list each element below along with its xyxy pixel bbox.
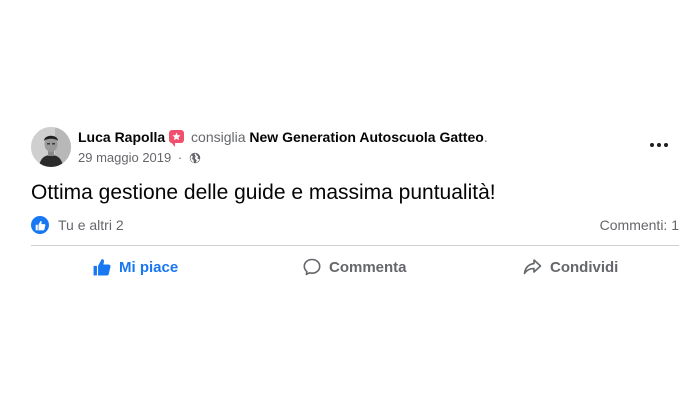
more-horizontal-icon <box>650 143 668 147</box>
page-suffix: . <box>483 129 488 145</box>
post-date[interactable]: 29 maggio 2019 <box>78 150 171 165</box>
like-label: Mi piace <box>119 258 179 276</box>
divider <box>31 245 679 246</box>
post-text: Ottima gestione delle guide e massima pu… <box>31 181 496 204</box>
avatar[interactable] <box>31 127 71 167</box>
globe-icon <box>189 152 201 168</box>
share-arrow-icon <box>523 258 542 276</box>
post-title-line: Luca Rapolla consiglia New Generation Au… <box>78 128 638 147</box>
more-options-button[interactable] <box>645 135 673 155</box>
share-label: Condividi <box>550 258 619 276</box>
post-meta: Luca Rapolla consiglia New Generation Au… <box>78 128 638 168</box>
comment-bubble-icon <box>303 258 321 276</box>
thumbs-up-icon <box>93 258 111 276</box>
author-name[interactable]: Luca Rapolla <box>78 129 165 145</box>
separator-dot: · <box>177 150 183 165</box>
reactions-summary[interactable]: Tu e altri 2 <box>58 217 124 233</box>
like-icon[interactable] <box>31 216 49 234</box>
like-button[interactable]: Mi piace <box>93 250 178 284</box>
comment-label: Commenta <box>329 258 407 276</box>
page-name-link[interactable]: New Generation Autoscuola Gatteo <box>249 129 483 145</box>
avatar-photo <box>31 127 71 167</box>
recommendation-star-icon <box>169 130 185 147</box>
recommendation-post: Luca Rapolla consiglia New Generation Au… <box>0 0 700 400</box>
comment-button[interactable]: Commenta <box>303 250 407 284</box>
recommends-verb: consiglia <box>191 129 246 145</box>
post-header: Luca Rapolla consiglia New Generation Au… <box>31 127 681 171</box>
post-subtitle-line: 29 maggio 2019 · <box>78 150 638 168</box>
post-actions: Mi piace Commenta Condividi <box>31 250 679 284</box>
post-stats: Tu e altri 2 Commenti: 1 <box>31 215 679 235</box>
comments-count[interactable]: Commenti: 1 <box>600 217 679 233</box>
share-button[interactable]: Condividi <box>523 250 618 284</box>
